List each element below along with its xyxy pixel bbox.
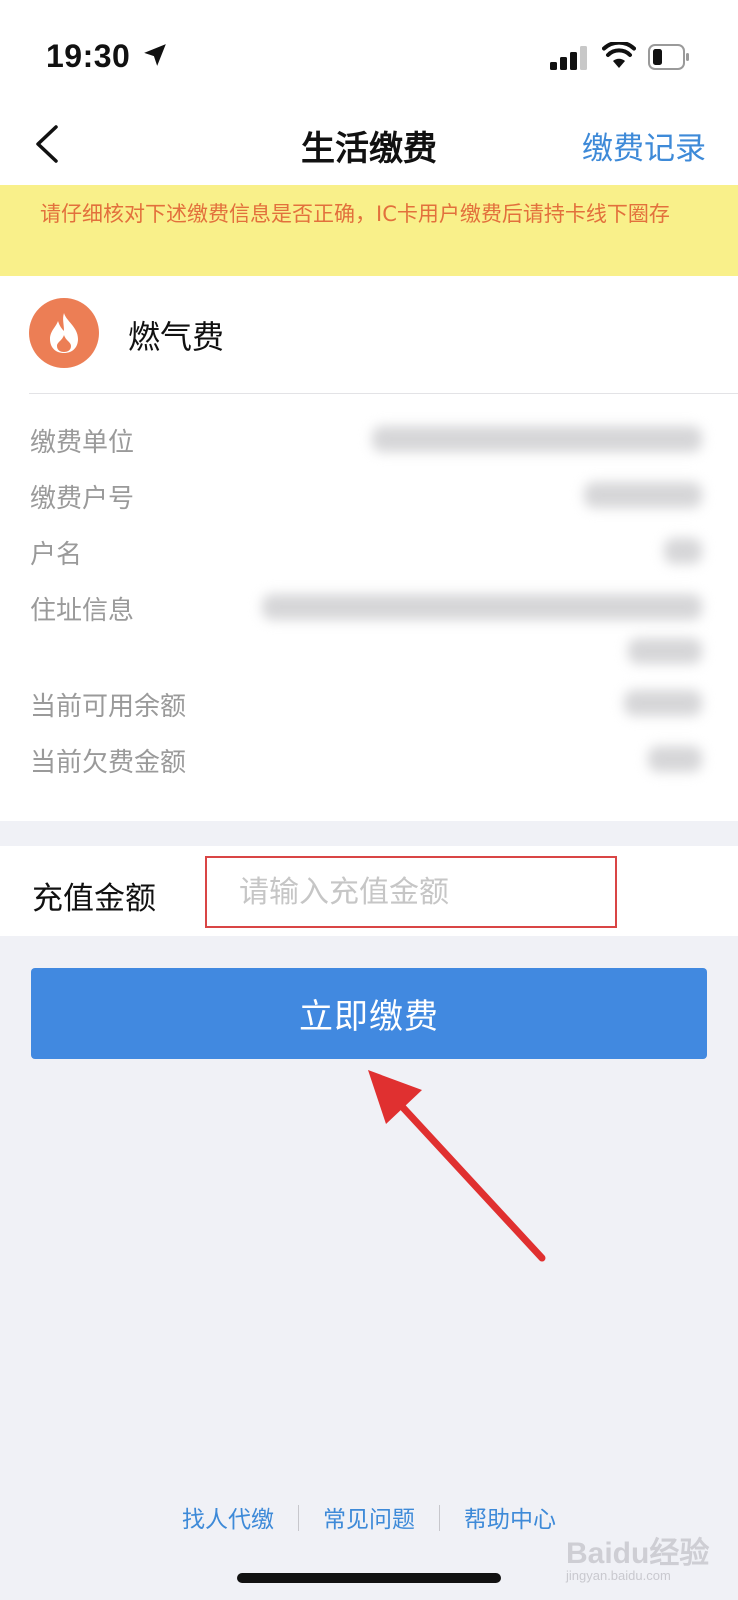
blurred-value <box>372 426 702 452</box>
notice-banner: 请仔细核对下述缴费信息是否正确，IC卡用户缴费后请持卡线下圈存 <box>0 185 738 276</box>
signal-icon <box>550 46 587 70</box>
biller-row: 燃气费 <box>0 276 738 394</box>
nav-bar: 生活缴费 缴费记录 <box>0 105 738 185</box>
blurred-value <box>664 538 702 564</box>
flame-icon <box>29 298 99 368</box>
blurred-value <box>624 690 702 716</box>
battery-icon <box>648 44 689 70</box>
footer-link-help-center[interactable]: 帮助中心 <box>440 1500 580 1534</box>
location-arrow-icon <box>144 44 166 66</box>
watermark-domain: jingyan.baidu.com <box>566 1568 671 1583</box>
billing-info-card: 燃气费 缴费单位 缴费户号 户名 住址信息 当前可用余额 当前欠费金额 <box>0 276 738 821</box>
blurred-value <box>648 746 702 772</box>
recharge-amount-input[interactable] <box>205 856 617 928</box>
status-time: 19:30 <box>46 38 131 74</box>
status-bar: 19:30 <box>0 0 738 105</box>
watermark-brand: Baidu经验 <box>566 1537 710 1570</box>
blurred-value <box>584 482 702 508</box>
info-label-account-name: 户名 <box>30 540 83 570</box>
wifi-icon <box>602 42 636 68</box>
blurred-value <box>262 594 702 620</box>
home-indicator[interactable] <box>237 1573 501 1583</box>
pay-now-button[interactable]: 立即缴费 <box>31 968 707 1059</box>
footer-link-pay-for-others[interactable]: 找人代缴 <box>158 1500 298 1534</box>
recharge-amount-label: 充值金额 <box>32 881 156 917</box>
divider <box>29 393 738 394</box>
biller-name: 燃气费 <box>128 318 225 356</box>
info-label-amount-owed: 当前欠费金额 <box>30 748 187 778</box>
recharge-amount-row: 充值金额 <box>0 846 738 936</box>
info-label-address: 住址信息 <box>30 596 135 626</box>
blurred-value <box>628 638 702 664</box>
info-label-available-balance: 当前可用余额 <box>30 692 187 722</box>
footer-link-faq[interactable]: 常见问题 <box>299 1500 439 1534</box>
info-label-payee-unit: 缴费单位 <box>30 428 135 458</box>
annotation-arrow-icon <box>368 1070 546 1262</box>
payment-records-link[interactable]: 缴费记录 <box>582 123 706 168</box>
info-label-account-number: 缴费户号 <box>30 484 135 514</box>
